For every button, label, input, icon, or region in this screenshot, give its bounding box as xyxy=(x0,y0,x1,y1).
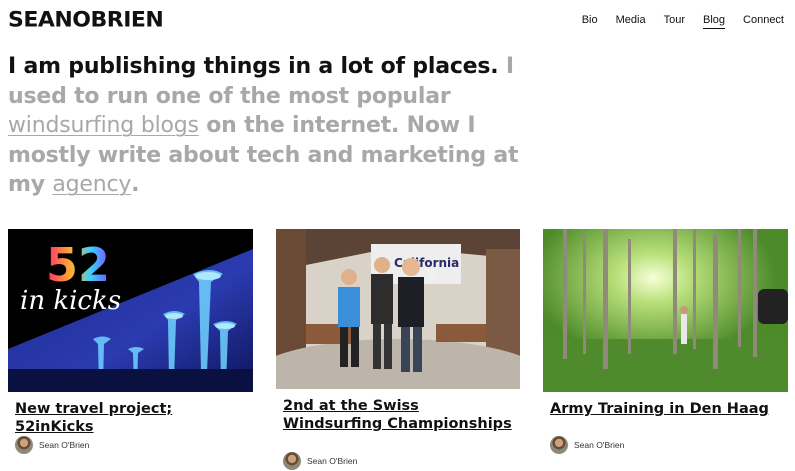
intro-text: I am publishing things in a lot of place… xyxy=(8,52,528,200)
agency-link[interactable]: agency xyxy=(52,172,131,197)
army-training-photo xyxy=(543,229,788,392)
card-title-52inkicks[interactable]: New travel project; 52inKicks xyxy=(15,400,255,436)
52inkicks-photo: 52 in kicks xyxy=(8,229,253,392)
nav-media[interactable]: Media xyxy=(607,13,655,29)
author-name: Sean O'Brien xyxy=(574,440,625,450)
author-name: Sean O'Brien xyxy=(39,440,90,450)
windsurfing-blogs-link[interactable]: windsurfing blogs xyxy=(8,113,199,138)
intro-text-3: . xyxy=(131,172,140,198)
card-author-1: Sean O'Brien xyxy=(15,436,89,454)
author-avatar xyxy=(283,452,301,470)
intro-headline: I am publishing things in a lot of place… xyxy=(8,54,499,79)
author-name: Sean O'Brien xyxy=(307,456,358,466)
card-author-2: Sean O'Brien xyxy=(283,452,357,470)
image-text-52: 52 xyxy=(46,238,110,292)
card-title-army-training[interactable]: Army Training in Den Haag xyxy=(550,400,790,418)
card-image-army-training[interactable] xyxy=(543,229,788,392)
nav-bio[interactable]: Bio xyxy=(573,13,607,29)
author-avatar xyxy=(15,436,33,454)
card-author-3: Sean O'Brien xyxy=(550,436,624,454)
author-avatar xyxy=(550,436,568,454)
image-text-inkicks: in kicks xyxy=(20,286,121,316)
card-image-52inkicks[interactable]: 52 in kicks xyxy=(8,229,253,392)
windsurfing-photo: California xyxy=(276,229,520,389)
nav-connect[interactable]: Connect xyxy=(734,13,793,29)
site-logo[interactable]: SEANOBRIEN xyxy=(8,8,164,32)
nav-tour[interactable]: Tour xyxy=(655,13,694,29)
nav-blog[interactable]: Blog xyxy=(702,13,726,29)
main-nav: Bio Media Tour Blog Connect xyxy=(573,13,793,29)
card-image-windsurfing[interactable]: California xyxy=(276,229,520,389)
logo-text: SEANOBRIEN xyxy=(8,8,164,32)
card-title-windsurfing[interactable]: 2nd at the Swiss Windsurfing Championshi… xyxy=(283,397,523,433)
